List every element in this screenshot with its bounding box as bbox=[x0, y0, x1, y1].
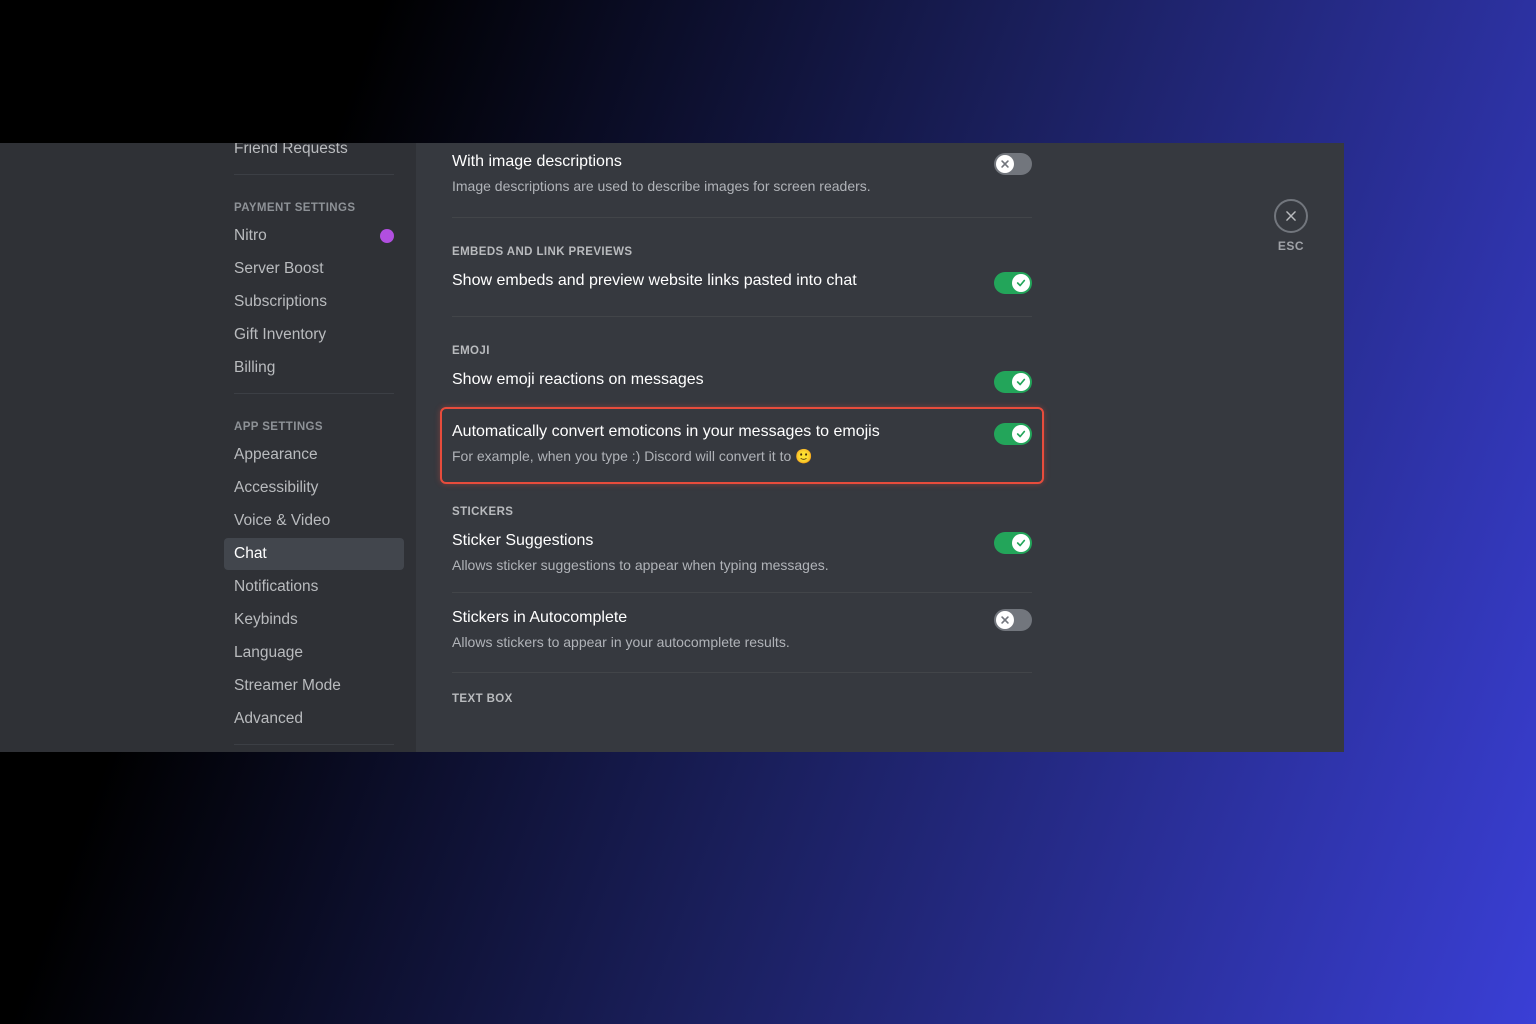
sidebar-item-server-boost[interactable]: Server Boost bbox=[224, 253, 404, 285]
setting-convert-emoticons: Automatically convert emoticons in your … bbox=[452, 423, 1032, 467]
sidebar-item-appearance[interactable]: Appearance bbox=[224, 439, 404, 471]
sidebar-item-accessibility[interactable]: Accessibility bbox=[224, 472, 404, 504]
setting-desc: For example, when you type :) Discord wi… bbox=[452, 447, 880, 467]
setting-title: Stickers in Autocomplete bbox=[452, 609, 790, 627]
sidebar-item-label: Appearance bbox=[234, 446, 318, 464]
sidebar-item-voice-video[interactable]: Voice & Video bbox=[224, 505, 404, 537]
sidebar-item-label: Accessibility bbox=[234, 479, 318, 497]
sidebar-item-label: Advanced bbox=[234, 710, 303, 728]
toggle-knob bbox=[996, 611, 1014, 629]
sidebar-item-label: Notifications bbox=[234, 578, 318, 596]
nitro-badge-icon bbox=[380, 229, 394, 243]
setting-desc: Image descriptions are used to describe … bbox=[452, 177, 871, 197]
close-area: ESC bbox=[1274, 199, 1308, 253]
setting-title: Show emoji reactions on messages bbox=[452, 371, 704, 389]
sidebar-item-label: Chat bbox=[234, 545, 267, 563]
sidebar-item-label: Streamer Mode bbox=[234, 677, 341, 695]
toggle-stickers-autocomplete[interactable] bbox=[994, 609, 1032, 631]
setting-image-descriptions: With image descriptions Image descriptio… bbox=[452, 153, 1032, 197]
sidebar-item-nitro[interactable]: Nitro bbox=[224, 220, 404, 252]
divider bbox=[452, 217, 1032, 218]
sidebar-item-label: Billing bbox=[234, 359, 275, 377]
sidebar-item-advanced[interactable]: Advanced bbox=[224, 703, 404, 735]
section-header-embeds: Embeds and Link Previews bbox=[452, 246, 1032, 258]
check-icon bbox=[1016, 377, 1026, 387]
sidebar-item-label: Voice & Video bbox=[234, 512, 330, 530]
toggle-sticker-suggestions[interactable] bbox=[994, 532, 1032, 554]
section-header-textbox: Text Box bbox=[452, 693, 1032, 705]
divider bbox=[452, 316, 1032, 317]
close-icon bbox=[1284, 209, 1298, 223]
setting-title: With image descriptions bbox=[452, 153, 871, 171]
sidebar-item-label: Language bbox=[234, 644, 303, 662]
sidebar-item-billing[interactable]: Billing bbox=[224, 352, 404, 384]
sidebar: Friend Requests Payment Settings Nitro S… bbox=[0, 143, 416, 752]
sidebar-item-chat[interactable]: Chat bbox=[224, 538, 404, 570]
section-header-emoji: Emoji bbox=[452, 345, 1032, 357]
sidebar-item-label: Gift Inventory bbox=[234, 326, 326, 344]
esc-label: ESC bbox=[1274, 239, 1308, 253]
sidebar-item-subscriptions[interactable]: Subscriptions bbox=[224, 286, 404, 318]
sidebar-item-streamer-mode[interactable]: Streamer Mode bbox=[224, 670, 404, 702]
setting-desc: Allows stickers to appear in your autoco… bbox=[452, 633, 790, 653]
toggle-convert-emoticons[interactable] bbox=[994, 423, 1032, 445]
sidebar-item-label: Friend Requests bbox=[234, 143, 348, 158]
check-icon bbox=[1016, 429, 1026, 439]
sidebar-item-label: Nitro bbox=[234, 227, 267, 245]
section-header-stickers: Stickers bbox=[452, 506, 1032, 518]
sidebar-header-payment: Payment Settings bbox=[224, 184, 404, 220]
toggle-knob bbox=[1012, 373, 1030, 391]
sidebar-divider bbox=[234, 393, 394, 394]
setting-show-reactions: Show emoji reactions on messages bbox=[452, 371, 1032, 395]
toggle-knob bbox=[1012, 534, 1030, 552]
toggle-knob bbox=[996, 155, 1014, 173]
sidebar-item-language[interactable]: Language bbox=[224, 637, 404, 669]
check-icon bbox=[1016, 278, 1026, 288]
toggle-image-descriptions[interactable] bbox=[994, 153, 1032, 175]
sidebar-divider bbox=[234, 174, 394, 175]
sidebar-item-friend-requests[interactable]: Friend Requests bbox=[224, 143, 404, 165]
sidebar-item-label: Server Boost bbox=[234, 260, 324, 278]
x-icon bbox=[1000, 159, 1010, 169]
toggle-knob bbox=[1012, 425, 1030, 443]
toggle-show-reactions[interactable] bbox=[994, 371, 1032, 393]
sidebar-item-label: Subscriptions bbox=[234, 293, 327, 311]
setting-title: Automatically convert emoticons in your … bbox=[452, 423, 880, 441]
setting-stickers-autocomplete: Stickers in Autocomplete Allows stickers… bbox=[452, 609, 1032, 653]
sidebar-item-label: Keybinds bbox=[234, 611, 298, 629]
setting-desc: Allows sticker suggestions to appear whe… bbox=[452, 556, 829, 576]
sidebar-item-notifications[interactable]: Notifications bbox=[224, 571, 404, 603]
toggle-knob bbox=[1012, 274, 1030, 292]
x-icon bbox=[1000, 615, 1010, 625]
settings-content: With image descriptions Image descriptio… bbox=[416, 143, 1344, 752]
setting-title: Show embeds and preview website links pa… bbox=[452, 272, 857, 290]
sidebar-header-app: App Settings bbox=[224, 403, 404, 439]
settings-window: Friend Requests Payment Settings Nitro S… bbox=[0, 143, 1344, 752]
divider bbox=[452, 592, 1032, 593]
toggle-show-embeds[interactable] bbox=[994, 272, 1032, 294]
highlighted-setting: Automatically convert emoticons in your … bbox=[440, 407, 1044, 485]
sidebar-item-gift-inventory[interactable]: Gift Inventory bbox=[224, 319, 404, 351]
setting-title: Sticker Suggestions bbox=[452, 532, 829, 550]
setting-sticker-suggestions: Sticker Suggestions Allows sticker sugge… bbox=[452, 532, 1032, 576]
check-icon bbox=[1016, 538, 1026, 548]
sidebar-item-keybinds[interactable]: Keybinds bbox=[224, 604, 404, 636]
divider bbox=[452, 672, 1032, 673]
close-button[interactable] bbox=[1274, 199, 1308, 233]
sidebar-divider bbox=[234, 744, 394, 745]
setting-show-embeds: Show embeds and preview website links pa… bbox=[452, 272, 1032, 296]
